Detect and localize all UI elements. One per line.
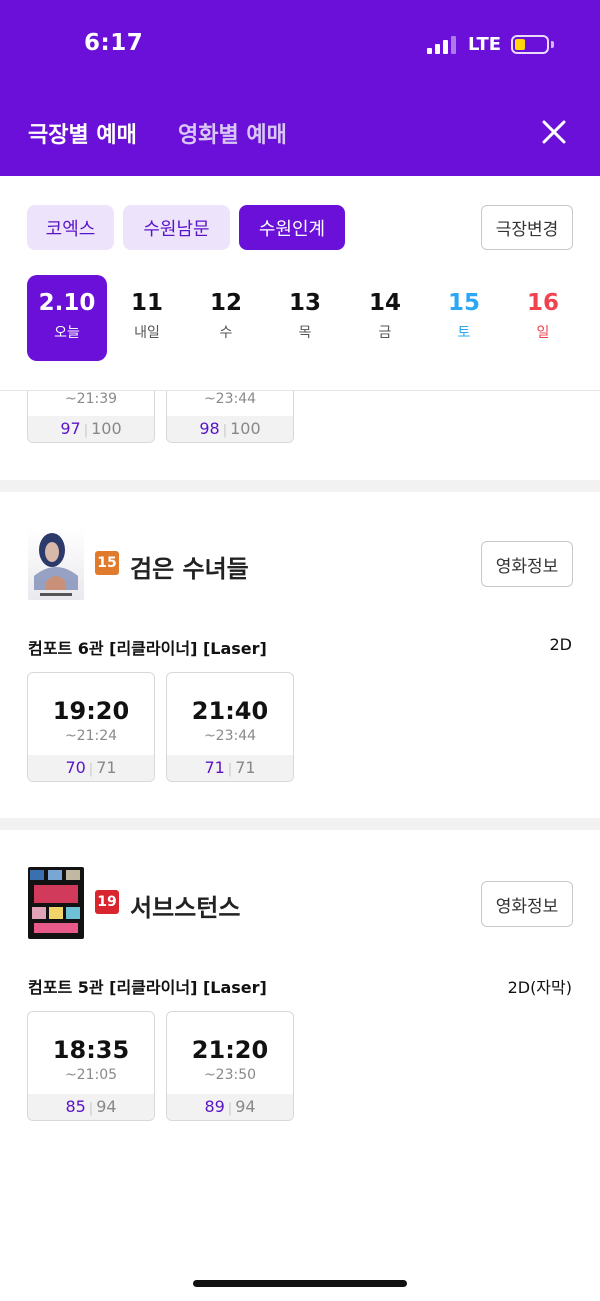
network-label: LTE [468, 34, 502, 55]
hall-name: 컴포트 6관 [리클라이너] [Laser] [28, 639, 267, 658]
date-item-15[interactable]: 15 토 [424, 275, 504, 361]
date-number: 12 [209, 290, 242, 316]
age-rating-badge: 15 [95, 551, 119, 575]
movie-info-button[interactable]: 영화정보 [481, 541, 573, 587]
seats-total: 100 [230, 419, 261, 438]
theater-chip-coex[interactable]: 코엑스 [27, 205, 114, 250]
seat-separator: | [227, 1101, 233, 1116]
seats-total: 94 [96, 1097, 117, 1116]
date-item-11[interactable]: 11 내일 [107, 275, 187, 361]
date-day: 수 [219, 325, 233, 341]
showtime-end: ~23:50 [203, 1067, 257, 1083]
home-indicator[interactable] [193, 1280, 407, 1287]
screen-format: 2D [549, 635, 573, 654]
date-number: 15 [447, 290, 480, 316]
seat-count: 89 | 94 [167, 1094, 293, 1120]
movie-title[interactable]: 서브스턴스 [130, 888, 240, 923]
seats-total: 71 [96, 758, 117, 777]
date-day: 일 [536, 325, 550, 341]
poster-art-icon [34, 533, 78, 596]
status-time: 6:17 [84, 30, 144, 56]
seats-available: 97 [60, 419, 81, 438]
showtime-start: 19:20 [52, 697, 130, 725]
seat-separator: | [88, 1101, 94, 1116]
date-number: 14 [368, 290, 401, 316]
tab-movie-booking[interactable]: 영화별 예매 [178, 117, 287, 149]
date-number: 13 [288, 290, 321, 316]
change-theater-button[interactable]: 극장변경 [481, 205, 573, 250]
showtime-card[interactable]: 21:20 ~23:50 89 | 94 [166, 1011, 294, 1121]
seats-total: 71 [235, 758, 256, 777]
date-item-13[interactable]: 13 목 [265, 275, 345, 361]
battery-cap [551, 41, 554, 48]
seat-count: 71 | 71 [167, 755, 293, 781]
showtime-end: ~23:44 [203, 391, 257, 407]
poster-art-icon [30, 870, 80, 933]
showtime-end: ~21:05 [64, 1067, 118, 1083]
seat-separator: | [222, 423, 228, 438]
seat-count: 97 | 100 [28, 416, 154, 442]
movie-poster[interactable] [28, 528, 84, 600]
date-day: 토 [457, 325, 471, 341]
seats-total: 94 [235, 1097, 256, 1116]
date-day: 목 [298, 325, 312, 341]
showtime-card[interactable]: ~21:39 97 | 100 [27, 391, 155, 443]
date-selector: 2.10 오늘 11 내일 12 수 13 목 14 금 15 토 16 일 [27, 275, 573, 361]
seat-count: 85 | 94 [28, 1094, 154, 1120]
battery-icon [511, 35, 549, 54]
theater-chip-suwon-ingye[interactable]: 수원인계 [239, 205, 345, 250]
signal-icon [427, 36, 457, 54]
seats-available: 71 [204, 758, 225, 777]
date-day: 내일 [134, 325, 160, 341]
seat-count: 70 | 71 [28, 755, 154, 781]
seat-separator: | [83, 423, 89, 438]
screen-format: 2D(자막) [507, 978, 572, 997]
showtime-start: 21:20 [191, 1036, 269, 1064]
seats-available: 98 [199, 419, 220, 438]
showtime-card[interactable]: ~23:44 98 | 100 [166, 391, 294, 443]
movie-info-button[interactable]: 영화정보 [481, 881, 573, 927]
section-divider [0, 818, 600, 830]
showtime-card[interactable]: 21:40 ~23:44 71 | 71 [166, 672, 294, 782]
date-day: 오늘 [54, 325, 80, 341]
seat-separator: | [88, 762, 94, 777]
seats-available: 70 [65, 758, 86, 777]
date-item-16[interactable]: 16 일 [503, 275, 583, 361]
showtime-end: ~21:39 [64, 391, 118, 407]
seats-available: 85 [65, 1097, 86, 1116]
tab-theater-booking[interactable]: 극장별 예매 [28, 117, 137, 149]
date-number: 11 [130, 290, 163, 316]
seat-count: 98 | 100 [167, 416, 293, 442]
date-item-14[interactable]: 14 금 [345, 275, 425, 361]
theater-chip-suwon-nammun[interactable]: 수원남문 [123, 205, 230, 250]
date-item-12[interactable]: 12 수 [186, 275, 266, 361]
showtime-start: 21:40 [191, 697, 269, 725]
movie-poster[interactable] [28, 867, 84, 939]
seats-total: 100 [91, 419, 122, 438]
seats-available: 89 [204, 1097, 225, 1116]
showtime-card[interactable]: 19:20 ~21:24 70 | 71 [27, 672, 155, 782]
header-bar: 6:17 LTE 극장별 예매 영화별 예매 [0, 0, 600, 176]
showtime-end: ~21:24 [64, 728, 118, 744]
showtime-card[interactable]: 18:35 ~21:05 85 | 94 [27, 1011, 155, 1121]
date-number: 16 [526, 290, 559, 316]
age-rating-badge: 19 [95, 890, 119, 914]
showtime-end: ~23:44 [203, 728, 257, 744]
close-icon[interactable] [540, 118, 568, 146]
date-item-today[interactable]: 2.10 오늘 [27, 275, 107, 361]
seat-separator: | [227, 762, 233, 777]
hall-name: 컴포트 5관 [리클라이너] [Laser] [28, 978, 267, 997]
section-divider [0, 480, 600, 492]
date-day: 금 [378, 325, 392, 341]
showtime-start: 18:35 [52, 1036, 130, 1064]
movie-title[interactable]: 검은 수녀들 [130, 549, 249, 584]
date-number: 2.10 [38, 290, 96, 316]
